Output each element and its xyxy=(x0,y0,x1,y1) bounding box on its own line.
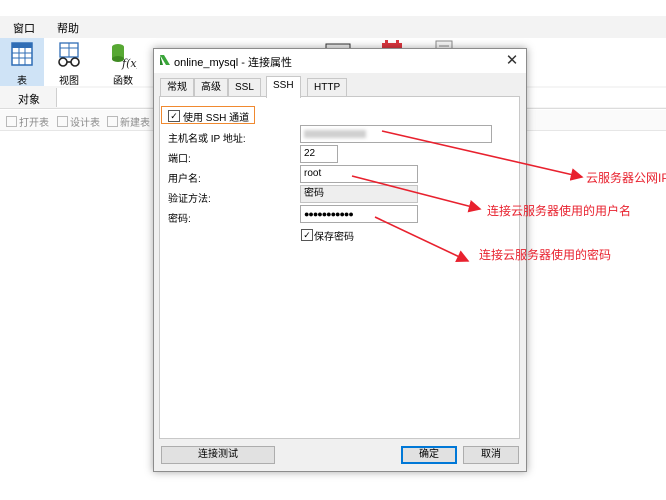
username-annotation: 连接云服务器使用的用户名 xyxy=(487,204,632,218)
host-annotation: 云服务器公网IP xyxy=(586,171,666,185)
username-arrow xyxy=(351,175,482,213)
tab-ssh[interactable]: SSH xyxy=(266,76,301,98)
password-annotation: 连接云服务器使用的密码 xyxy=(479,248,612,262)
host-arrow xyxy=(381,130,584,181)
password-arrow xyxy=(374,216,470,262)
